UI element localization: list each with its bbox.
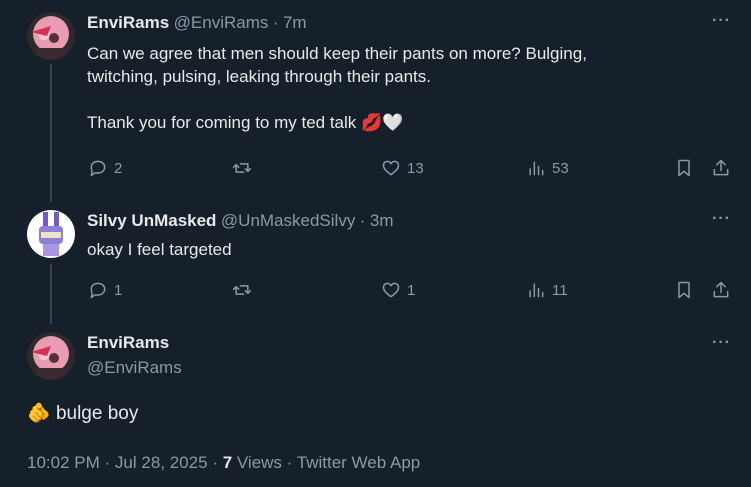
tweet-header: EnviRams @EnviRams · 7m [87,13,307,33]
bookmark-icon [678,281,690,299]
post-time[interactable]: 10:02 PM [27,453,100,472]
emoji: 🫵 [27,403,51,424]
like-button[interactable]: 13 [381,158,424,178]
separator-dot: · [286,453,293,472]
retweet-button[interactable] [232,158,258,178]
share-icon [713,159,729,176]
like-icon [382,282,400,298]
like-count: 1 [407,281,416,299]
retweet-icon [232,285,252,295]
share-icon [713,281,729,298]
retweet-button[interactable] [232,280,258,300]
separator-dot: · [272,13,279,32]
emoji: 💋🤍 [361,113,404,132]
thread-line [50,264,52,324]
separator-dot: · [212,453,218,472]
views-button[interactable]: 53 [526,158,569,178]
post-date[interactable]: Jul 28, 2025 [115,453,208,472]
handle[interactable]: @EnviRams [174,13,269,32]
retweet-icon [232,163,252,173]
bookmark-button[interactable] [674,280,694,300]
display-name[interactable]: EnviRams [87,333,169,353]
display-name[interactable]: Silvy UnMasked [87,211,216,230]
handle[interactable]: @UnMaskedSilvy [221,211,355,230]
tweet-footer: 10:02 PM · Jul 28, 2025 · 7 Views · Twit… [27,453,420,473]
avatar[interactable] [27,210,75,258]
views-count: 7 [222,453,233,472]
reply-count: 1 [114,281,123,299]
views-button[interactable]: 11 [526,280,568,300]
views-icon [529,161,544,176]
avatar-image [27,210,75,258]
avatar[interactable] [27,12,75,60]
bookmark-icon [678,159,690,177]
thread-line [50,64,52,202]
reply-count: 2 [114,159,123,177]
tweet-header: Silvy UnMasked @UnMaskedSilvy · 3m [87,211,394,231]
tweet-text-line: bulge boy [55,403,139,424]
more-icon[interactable]: ··· [712,12,731,30]
views-label: Views [236,453,282,472]
share-button[interactable] [711,280,731,300]
display-name[interactable]: EnviRams [87,13,169,32]
reply-icon [90,160,106,177]
tweet-text: Can we agree that men should keep their … [87,42,727,134]
like-count: 13 [407,159,424,177]
more-icon[interactable]: ··· [712,210,731,228]
separator-dot: · [359,211,366,230]
like-button[interactable]: 1 [381,280,415,300]
reply-button[interactable]: 1 [88,280,122,300]
tweet-text: okay I feel targeted [87,240,232,259]
post-source: Twitter Web App [296,453,421,472]
tweet-text-line: Thank you for coming to my ted talk [87,113,357,132]
avatar-image [27,12,75,60]
tweet-text-line: Can we agree that men should keep their … [87,44,587,63]
views-icon [529,283,544,298]
timestamp[interactable]: 3m [370,211,394,230]
like-icon [382,160,400,176]
separator-dot: · [104,453,111,472]
share-button[interactable] [711,158,731,178]
avatar-image [27,332,75,380]
reply-icon [90,282,106,299]
avatar[interactable] [27,332,75,380]
views-count: 53 [552,159,569,177]
reply-button[interactable]: 2 [88,158,122,178]
more-icon[interactable]: ··· [712,334,731,352]
bookmark-button[interactable] [674,158,694,178]
handle[interactable]: @EnviRams [87,358,182,378]
tweet-text: 🫵 bulge boy [27,401,138,425]
tweet-text-line: twitching, pulsing, leaking through thei… [87,67,431,86]
timestamp[interactable]: 7m [283,13,307,32]
views-count: 11 [552,281,568,299]
